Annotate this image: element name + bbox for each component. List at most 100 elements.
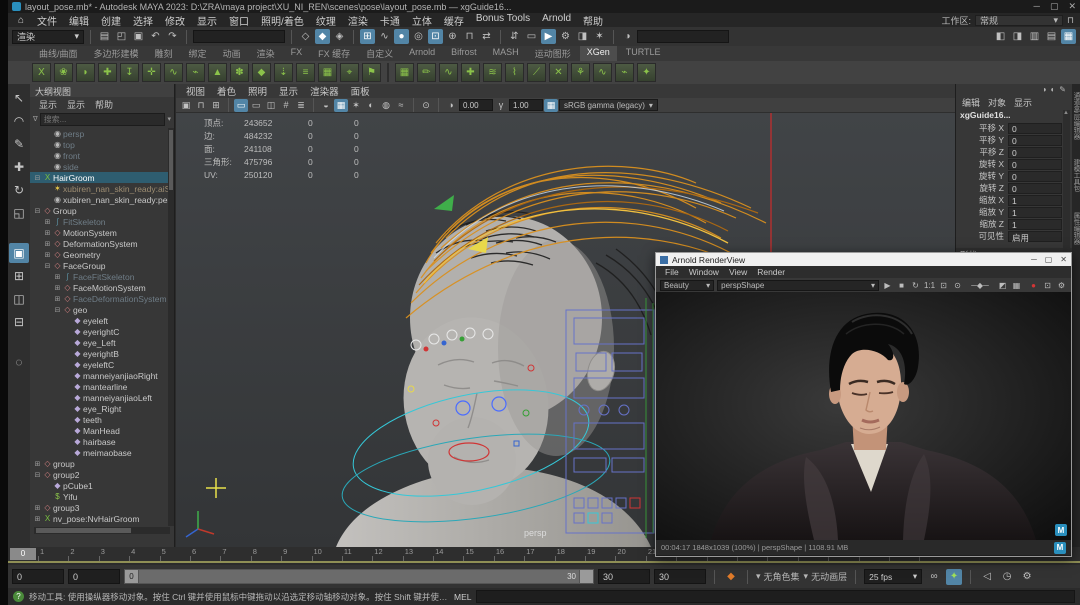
save-scene-icon[interactable]: ▣ [131,29,146,44]
xgen-shelf-icon[interactable]: ⟋ [527,63,546,82]
channel-value-field[interactable]: 1 [1008,195,1062,206]
sidebar-tab[interactable]: 属性编辑器 [1072,212,1080,245]
channel-value-field[interactable]: 0 [1008,171,1062,182]
settings-icon[interactable]: ⚙ [1056,281,1067,290]
wireframe-shade-icon[interactable]: ▭ [234,99,248,112]
gate-mask-icon[interactable]: # [279,99,293,112]
render-settings-icon[interactable]: ⚙ [558,29,573,44]
outliner-item[interactable]: ⊞ ◇ group [30,458,174,469]
new-scene-icon[interactable]: ▤ [97,29,112,44]
xgen-shelf-icon[interactable]: ◆ [252,63,271,82]
outliner-item[interactable]: ◆ eye_Left [30,337,174,348]
shelf-tab[interactable]: 渲染 [250,46,282,61]
menu-item[interactable]: 卡通 [374,13,406,28]
outliner-item[interactable]: ⊟ X HairGroom [30,172,174,183]
select-tool-icon[interactable]: ↖ [9,88,29,108]
shelf-tab[interactable]: FX [284,46,310,61]
light-editor-icon[interactable]: ✶ [592,29,607,44]
animation-start-field[interactable]: 0 [68,569,120,584]
range-start-handle[interactable]: 0 [125,570,138,583]
debug-shading-icon[interactable]: ◩ [997,281,1008,290]
expand-toggle-icon[interactable]: ⊟ [53,306,62,314]
playback-end-field[interactable]: 30 [654,569,706,584]
snap-projected-icon[interactable]: ◎ [411,29,426,44]
hud-toggle-icon[interactable]: ≣ [294,99,308,112]
viewport-menu-item[interactable]: 渲染器 [304,84,345,98]
maximize-icon[interactable]: ▢ [1045,255,1053,264]
viewport-menu-item[interactable]: 面板 [345,84,376,98]
frame-tick[interactable]: 4 [129,547,159,561]
outliner-item[interactable]: ◆ eyeleftC [30,359,174,370]
zoom-ratio-label[interactable]: 1:1 [924,281,935,290]
channel-box-menu-item[interactable]: 显示 [1010,96,1036,109]
select-object-icon[interactable]: ◆ [315,29,330,44]
channel-value-field[interactable]: 1 [1008,219,1062,230]
outliner-item[interactable]: ◆ eyerightC [30,326,174,337]
bookmark-icon[interactable]: ◆ [723,569,739,585]
menu-item[interactable]: 缓存 [438,13,470,28]
chevron-down-icon[interactable]: ▾ [167,115,171,123]
select-component-icon[interactable]: ◈ [332,29,347,44]
frame-tick[interactable]: 16 [494,547,524,561]
range-bar-inner[interactable]: 30 [139,570,579,583]
arnold-renderview-window[interactable]: Arnold RenderView ─ ▢ ✕ FileWindowViewRe… [655,252,1072,557]
outliner-search-input[interactable] [40,113,166,126]
anim-layer-dropdown[interactable]: ▾ 无动画层 [804,570,848,583]
xgen-shelf-icon[interactable]: ❀ [54,63,73,82]
manipulator-icon[interactable]: ◑ [1042,85,1047,95]
xgen-shelf-icon[interactable]: ✏ [417,63,436,82]
outliner-item[interactable]: ⊞ X nv_pose:NvHairGroom [30,513,174,524]
expand-toggle-icon[interactable]: ⊟ [33,207,42,215]
camera-lock-icon[interactable]: ⊓ [194,99,208,112]
layout-split-pane-icon[interactable]: ◫ [9,289,29,309]
ipr-render-icon[interactable]: ▶ [541,29,556,44]
sidebar-attribute-editor-icon[interactable]: ▥ [1027,29,1042,44]
grid-toggle-icon[interactable]: ⊞ [209,99,223,112]
redo-icon[interactable]: ↷ [165,29,180,44]
sidebar-tool-settings-icon[interactable]: ▤ [1044,29,1059,44]
history-input-icon[interactable]: ⇄ [479,29,494,44]
home-icon[interactable]: ⌂ [12,15,30,26]
channel-value-field[interactable]: 0 [1008,159,1062,170]
isolate-icon[interactable]: ⊙ [952,281,963,290]
shadows-toggle-icon[interactable]: ◐ [364,99,378,112]
title-bar[interactable]: layout_pose.mb* - Autodesk MAYA 2023: D:… [8,0,1080,13]
expand-toggle-icon[interactable]: ⊞ [33,504,42,512]
xgen-shelf-icon[interactable]: ∿ [593,63,612,82]
xgen-shelf-icon[interactable]: ✦ [637,63,656,82]
xgen-shelf-icon[interactable]: ⌖ [340,63,359,82]
filter-icon[interactable]: ∇ [33,115,38,123]
outliner-item[interactable]: ⊟ ◇ Group [30,205,174,216]
outliner-item[interactable]: ⊞ ◇ MotionSystem [30,227,174,238]
expand-toggle-icon[interactable]: ⊞ [53,295,62,303]
shelf-tab[interactable]: 自定义 [359,46,400,61]
gamma-icon[interactable]: γ [494,99,508,112]
exposure-icon[interactable]: ◑ [444,99,458,112]
xgen-shelf-icon[interactable]: ✚ [98,63,117,82]
outliner-item[interactable]: ◆ hairbase [30,436,174,447]
outliner-item[interactable]: ◆ mantearline [30,381,174,392]
outliner-item[interactable]: ⊞ ◇ DeformationSystem [30,238,174,249]
xgen-shelf-icon[interactable]: ▦ [395,63,414,82]
frame-tick[interactable]: 19 [585,547,615,561]
channel-value-field[interactable]: 0 [1008,183,1062,194]
outliner-item[interactable]: ◉ top [30,139,174,150]
channel-box-menu-item[interactable]: 对象 [984,96,1010,109]
channel-value-field[interactable]: 0 [1008,147,1062,158]
shelf-tab[interactable]: FX 缓存 [311,46,357,61]
expand-toggle-icon[interactable]: ⊞ [53,284,62,292]
textured-icon[interactable]: ▦ [334,99,348,112]
frame-tick[interactable]: 13 [403,547,433,561]
shelf-tab[interactable]: TURTLE [619,46,668,61]
frame-tick[interactable]: 8 [251,547,281,561]
start-render-icon[interactable]: ▶ [882,281,893,290]
channel-value-field[interactable]: 启用 [1008,231,1062,242]
xgen-shelf-icon[interactable]: ▲ [208,63,227,82]
expand-toggle-icon[interactable]: ⊞ [43,251,52,259]
arnold-menu-item[interactable]: File [660,267,684,277]
expand-toggle-icon[interactable]: ⊞ [53,273,62,281]
channel-value-field[interactable]: 0 [1008,135,1062,146]
menu-item[interactable]: 修改 [159,13,191,28]
expand-toggle-icon[interactable]: ⊟ [33,471,42,479]
snapshot-icon[interactable]: ⊡ [1042,281,1053,290]
